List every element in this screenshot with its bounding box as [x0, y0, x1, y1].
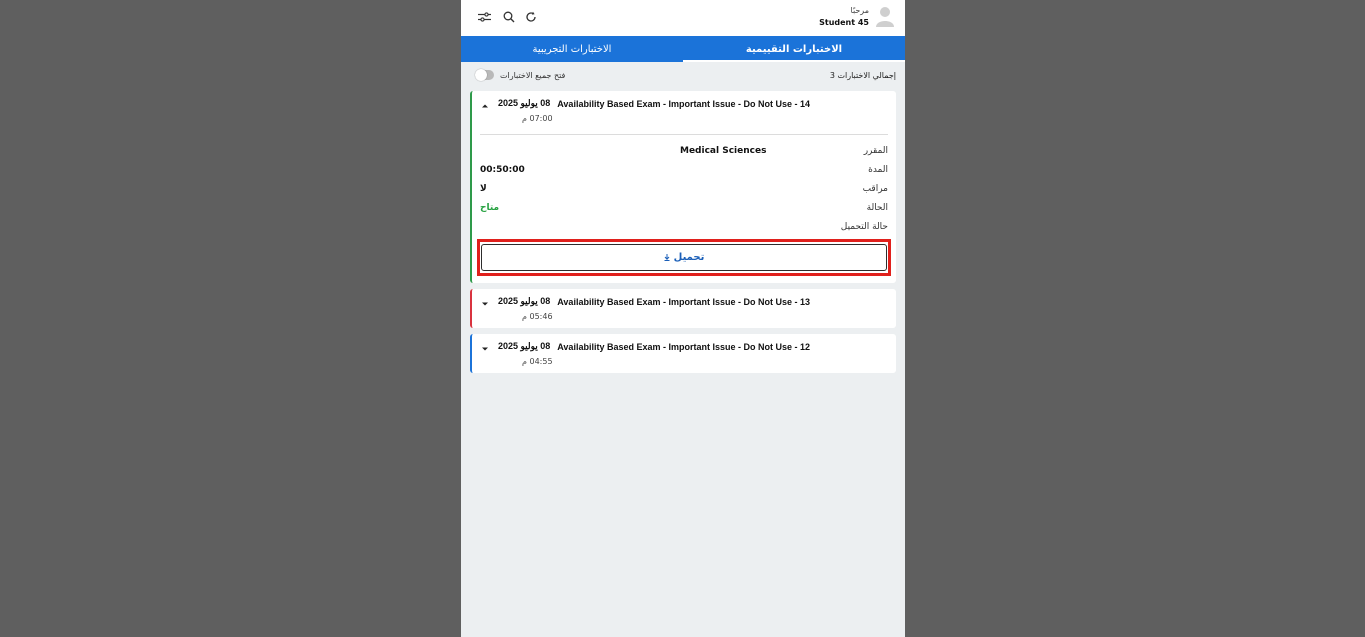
chevron-up-icon[interactable]: [481, 102, 489, 110]
status-label: الحالة: [866, 203, 888, 213]
toggle-knob: [475, 69, 487, 81]
greeting-block: مرحبًا Student 45: [819, 5, 869, 29]
avatar-icon[interactable]: [876, 6, 894, 27]
tab-assessment-exams[interactable]: الاختبارات التقييمية: [683, 36, 905, 62]
filter-icon: [477, 12, 491, 22]
course-value: Medical Sciences: [680, 146, 767, 156]
chevron-down-icon[interactable]: [481, 300, 489, 308]
download-status-label: حالة التحميل: [840, 222, 888, 232]
tab-label: الاختبارات التقييمية: [745, 43, 843, 55]
app-screen: مرحبًا Student 45 الاختبارات التقييمية ا…: [461, 0, 905, 637]
exam-title: Availability Based Exam - Important Issu…: [557, 297, 810, 307]
proctored-value: لا: [480, 184, 487, 194]
exam-tabs: الاختبارات التقييمية الاختبارات التجريبي…: [461, 36, 905, 62]
top-bar: مرحبًا Student 45: [461, 0, 905, 36]
filter-button[interactable]: [476, 9, 492, 25]
tab-practice-exams[interactable]: الاختبارات التجريبية: [461, 36, 683, 62]
exam-title: Availability Based Exam - Important Issu…: [557, 342, 810, 352]
detail-row-course: المقرر Medical Sciences: [480, 146, 888, 160]
detail-row-duration: المدة 00:50:00: [480, 165, 888, 179]
exam-title: Availability Based Exam - Important Issu…: [557, 99, 810, 109]
exam-date: 08 يوليو 2025: [498, 98, 551, 108]
exam-card-header[interactable]: Availability Based Exam - Important Issu…: [472, 334, 896, 372]
status-value: متاح: [480, 203, 500, 213]
exam-card[interactable]: Availability Based Exam - Important Issu…: [470, 334, 896, 373]
download-button[interactable]: تحميل: [481, 244, 887, 271]
exam-card-header[interactable]: Availability Based Exam - Important Issu…: [472, 289, 896, 327]
exam-card: Availability Based Exam - Important Issu…: [470, 91, 896, 283]
exam-date: 08 يوليو 2025: [498, 341, 551, 351]
download-icon: [664, 254, 670, 261]
greeting-text: مرحبًا: [850, 6, 870, 15]
refresh-button[interactable]: [523, 9, 539, 25]
student-name: Student 45: [819, 18, 869, 27]
proctored-label: مراقب: [862, 184, 888, 194]
detail-row-proctored: مراقب لا: [480, 184, 888, 198]
open-all-control: فتح جميع الاختبارات: [475, 69, 566, 81]
detail-row-status: الحالة متاح: [480, 203, 888, 217]
divider: [480, 134, 888, 135]
search-button[interactable]: [501, 9, 517, 25]
duration-value: 00:50:00: [480, 165, 525, 175]
exam-date: 08 يوليو 2025: [498, 296, 551, 306]
open-all-label: فتح جميع الاختبارات: [500, 70, 566, 80]
course-label: المقرر: [863, 146, 888, 156]
duration-label: المدة: [868, 165, 888, 175]
exam-card[interactable]: Availability Based Exam - Important Issu…: [470, 289, 896, 328]
open-all-toggle[interactable]: [475, 69, 494, 81]
search-icon: [503, 11, 515, 23]
tab-label: الاختبارات التجريبية: [532, 43, 612, 55]
exam-summary: إجمالي الاختبارات 3 فتح جميع الاختبارات: [461, 68, 905, 84]
exam-time: 04:55 م: [522, 357, 553, 366]
chevron-down-icon[interactable]: [481, 345, 489, 353]
download-label: تحميل: [673, 252, 705, 263]
exam-time: 05:46 م: [522, 312, 553, 321]
total-exams: إجمالي الاختبارات 3: [829, 71, 896, 80]
exam-time: 07:00 م: [522, 114, 553, 123]
refresh-icon: [526, 11, 536, 22]
detail-row-download-status: حالة التحميل: [480, 222, 888, 236]
exam-card-header[interactable]: Availability Based Exam - Important Issu…: [472, 91, 896, 129]
